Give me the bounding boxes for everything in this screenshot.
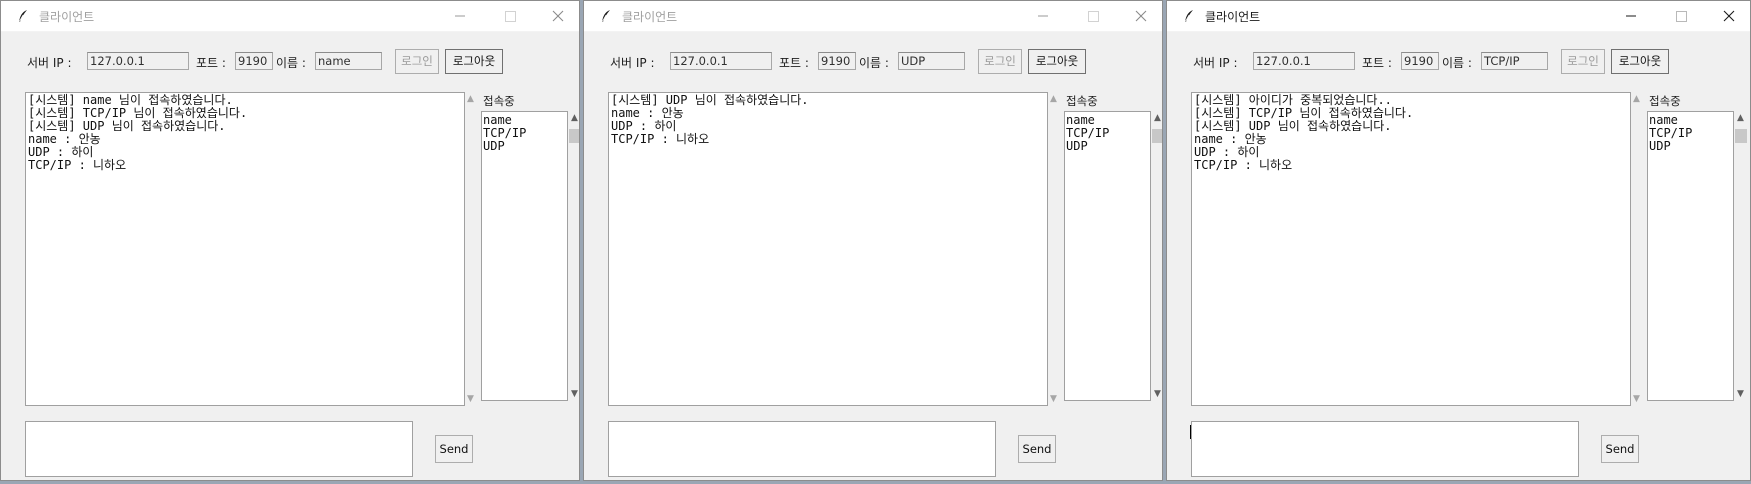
port-label: 포트 : bbox=[779, 56, 809, 70]
chat-log: [시스템] UDP 님이 접속하였습니다. name : 안농 UDP : 하이 TC… bbox=[608, 92, 1048, 406]
scroll-up-icon[interactable]: ▲ bbox=[1050, 94, 1057, 104]
server-ip-label: 서버 IP : bbox=[27, 56, 72, 70]
title-bar[interactable]: 클라이언트 bbox=[584, 1, 1162, 32]
maximize-icon[interactable] bbox=[495, 5, 525, 27]
users-label: 접속중 bbox=[1649, 94, 1681, 108]
maximize-icon[interactable] bbox=[1666, 5, 1696, 27]
name-label: 이름 : bbox=[276, 56, 306, 70]
feather-icon bbox=[1181, 8, 1197, 24]
scroll-down-icon[interactable]: ▼ bbox=[467, 394, 474, 404]
client-window-3: 클라이언트 서버 IP : 127.0.0.1 포트 : 9190 이름 : T… bbox=[1166, 0, 1751, 481]
name-input[interactable]: TCP/IP bbox=[1481, 52, 1548, 70]
user-list[interactable]: name TCP/IP UDP bbox=[1064, 111, 1151, 401]
server-ip-label: 서버 IP : bbox=[1193, 56, 1238, 70]
minimize-icon[interactable] bbox=[1616, 5, 1646, 27]
scroll-up-icon[interactable]: ▲ bbox=[1154, 113, 1161, 123]
scroll-up-icon[interactable]: ▲ bbox=[1737, 113, 1744, 123]
users-label: 접속중 bbox=[1066, 94, 1098, 108]
login-button[interactable]: 로그인 bbox=[978, 49, 1022, 74]
user-list-item[interactable]: UDP bbox=[1066, 140, 1149, 153]
client-window-2: 클라이언트 서버 IP : 127.0.0.1 포트 : 9190 이름 : U… bbox=[583, 0, 1163, 481]
feather-icon bbox=[598, 8, 614, 24]
user-list-item[interactable]: UDP bbox=[1649, 140, 1732, 153]
minimize-icon[interactable] bbox=[1028, 5, 1058, 27]
scroll-thumb[interactable] bbox=[1152, 129, 1162, 143]
client-window-1: 클라이언트 서버 IP : 127.0.0.1 포트 : 9190 이름 : n… bbox=[0, 0, 580, 481]
chat-line: name : 안농 bbox=[611, 106, 684, 120]
scroll-up-icon[interactable]: ▲ bbox=[571, 113, 578, 123]
name-input[interactable]: UDP bbox=[898, 52, 965, 70]
port-input[interactable]: 9190 bbox=[1401, 52, 1439, 70]
name-input[interactable]: name bbox=[315, 52, 382, 70]
login-button[interactable]: 로그인 bbox=[1561, 49, 1605, 74]
port-input[interactable]: 9190 bbox=[235, 52, 273, 70]
title-bar[interactable]: 클라이언트 bbox=[1, 1, 579, 32]
logout-button[interactable]: 로그아웃 bbox=[1611, 49, 1669, 74]
user-list-scrollbar[interactable]: ▲ ▼ bbox=[1151, 111, 1162, 401]
window-title: 클라이언트 bbox=[1205, 10, 1261, 24]
scroll-down-icon[interactable]: ▼ bbox=[1633, 394, 1640, 404]
title-bar[interactable]: 클라이언트 bbox=[1167, 1, 1750, 32]
user-list[interactable]: name TCP/IP UDP bbox=[1647, 111, 1734, 401]
name-label: 이름 : bbox=[1442, 56, 1472, 70]
user-list-item[interactable]: UDP bbox=[483, 140, 566, 153]
scroll-thumb[interactable] bbox=[569, 129, 579, 143]
port-input[interactable]: 9190 bbox=[818, 52, 856, 70]
chat-scrollbar[interactable]: ▲ ▼ bbox=[1048, 92, 1062, 406]
chat-line: name : 안농 bbox=[1194, 132, 1267, 146]
close-icon[interactable] bbox=[1714, 5, 1744, 27]
port-label: 포트 : bbox=[196, 56, 226, 70]
logout-button[interactable]: 로그아웃 bbox=[1028, 49, 1086, 74]
text-cursor bbox=[1190, 425, 1191, 439]
chat-log: [시스템] 아이디가 중복되었습니다.. [시스템] TCP/IP 님이 접속하였… bbox=[1191, 92, 1631, 406]
chat-line: TCP/IP : 니하오 bbox=[611, 132, 710, 146]
chat-line: name : 안농 bbox=[28, 132, 101, 146]
chat-line: TCP/IP : 니하오 bbox=[1194, 158, 1293, 172]
user-list-scrollbar[interactable]: ▲ ▼ bbox=[1734, 111, 1748, 401]
feather-icon bbox=[15, 8, 31, 24]
server-ip-input[interactable]: 127.0.0.1 bbox=[87, 52, 189, 70]
close-icon[interactable] bbox=[543, 5, 573, 27]
send-button[interactable]: Send bbox=[1601, 435, 1639, 463]
window-title: 클라이언트 bbox=[39, 10, 95, 24]
server-ip-input[interactable]: 127.0.0.1 bbox=[670, 52, 772, 70]
close-icon[interactable] bbox=[1126, 5, 1156, 27]
send-button[interactable]: Send bbox=[1018, 435, 1056, 463]
scroll-up-icon[interactable]: ▲ bbox=[467, 94, 474, 104]
chat-log: [시스템] name 님이 접속하였습니다. [시스템] TCP/IP 님이 접속… bbox=[25, 92, 465, 406]
server-ip-input[interactable]: 127.0.0.1 bbox=[1253, 52, 1355, 70]
logout-button[interactable]: 로그아웃 bbox=[445, 49, 503, 74]
message-input[interactable] bbox=[1191, 421, 1579, 477]
name-label: 이름 : bbox=[859, 56, 889, 70]
scroll-down-icon[interactable]: ▼ bbox=[1737, 389, 1744, 399]
message-input[interactable] bbox=[25, 421, 413, 477]
user-list-scrollbar[interactable]: ▲ ▼ bbox=[568, 111, 579, 401]
user-list[interactable]: name TCP/IP UDP bbox=[481, 111, 568, 401]
message-input[interactable] bbox=[608, 421, 996, 477]
port-label: 포트 : bbox=[1362, 56, 1392, 70]
maximize-icon[interactable] bbox=[1078, 5, 1108, 27]
scroll-down-icon[interactable]: ▼ bbox=[1050, 394, 1057, 404]
scroll-thumb[interactable] bbox=[1735, 129, 1747, 143]
scroll-up-icon[interactable]: ▲ bbox=[1633, 94, 1640, 104]
minimize-icon[interactable] bbox=[445, 5, 475, 27]
chat-scrollbar[interactable]: ▲ ▼ bbox=[465, 92, 479, 406]
chat-line: TCP/IP : 니하오 bbox=[28, 158, 127, 172]
login-button[interactable]: 로그인 bbox=[395, 49, 439, 74]
chat-scrollbar[interactable]: ▲ ▼ bbox=[1631, 92, 1645, 406]
scroll-down-icon[interactable]: ▼ bbox=[571, 389, 578, 399]
users-label: 접속중 bbox=[483, 94, 515, 108]
scroll-down-icon[interactable]: ▼ bbox=[1154, 389, 1161, 399]
send-button[interactable]: Send bbox=[435, 435, 473, 463]
window-title: 클라이언트 bbox=[622, 10, 678, 24]
server-ip-label: 서버 IP : bbox=[610, 56, 655, 70]
